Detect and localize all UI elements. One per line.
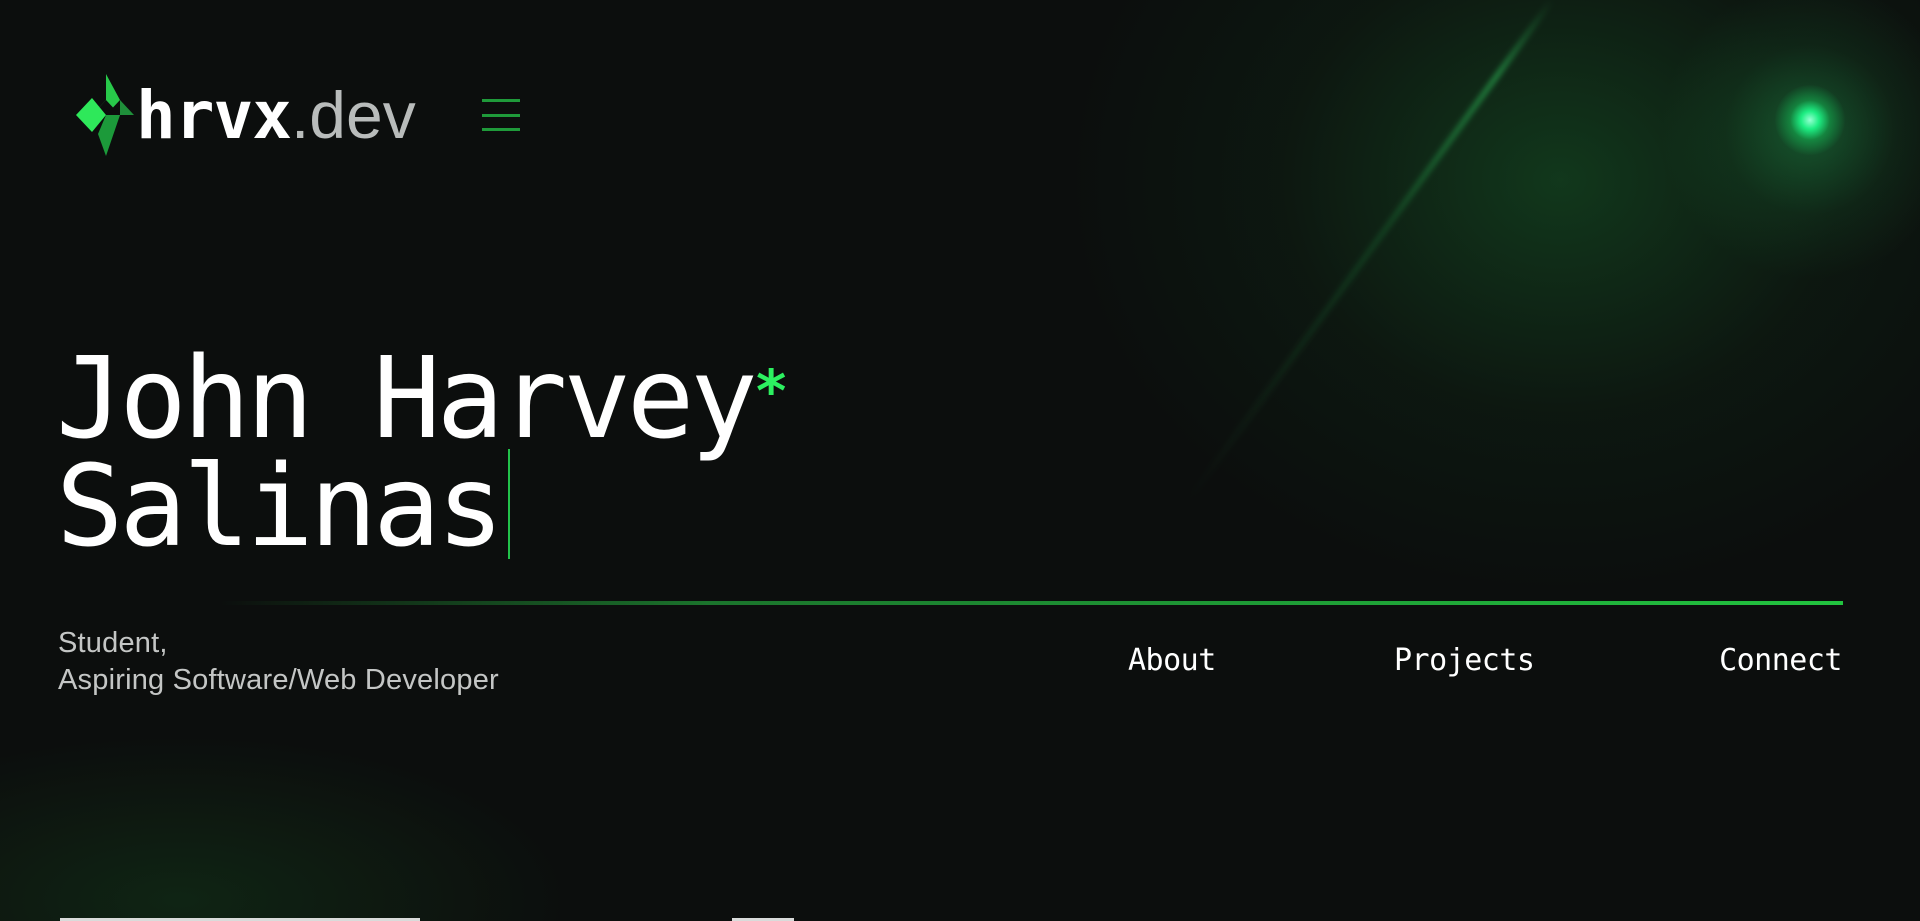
nav-link-projects[interactable]: Projects (1394, 641, 1535, 681)
light-flare-core (1775, 85, 1845, 155)
logo-sub-text: .dev (290, 77, 416, 152)
asterisk-accent: * (753, 357, 789, 425)
text-cursor (508, 449, 511, 560)
hero-name-line-2: Salinas (56, 449, 789, 569)
menu-line (481, 99, 520, 102)
menu-line (481, 113, 520, 117)
menu-line (481, 128, 520, 131)
page: hrvx .dev John Harvey* Salinas Student, A… (0, 0, 1920, 921)
hero-second-line: Salinas (56, 442, 504, 572)
hero-divider (220, 601, 1843, 605)
logo-wordmark: hrvx .dev (136, 82, 416, 149)
logo-main-text: hrvx (136, 76, 292, 154)
light-flare-beam (1185, 0, 1554, 503)
hero-name-line-1: John Harvey* (56, 343, 789, 455)
main-nav: About Projects Connect (0, 641, 1920, 681)
site-header: hrvx .dev (76, 74, 520, 156)
diamond-logo-icon (76, 74, 134, 156)
hamburger-menu-icon[interactable] (481, 99, 520, 131)
site-logo[interactable]: hrvx .dev (76, 74, 416, 156)
hero-name: John Harvey* Salinas (56, 343, 789, 569)
nav-link-about[interactable]: About (1128, 641, 1216, 681)
nav-link-connect[interactable]: Connect (1719, 641, 1842, 681)
